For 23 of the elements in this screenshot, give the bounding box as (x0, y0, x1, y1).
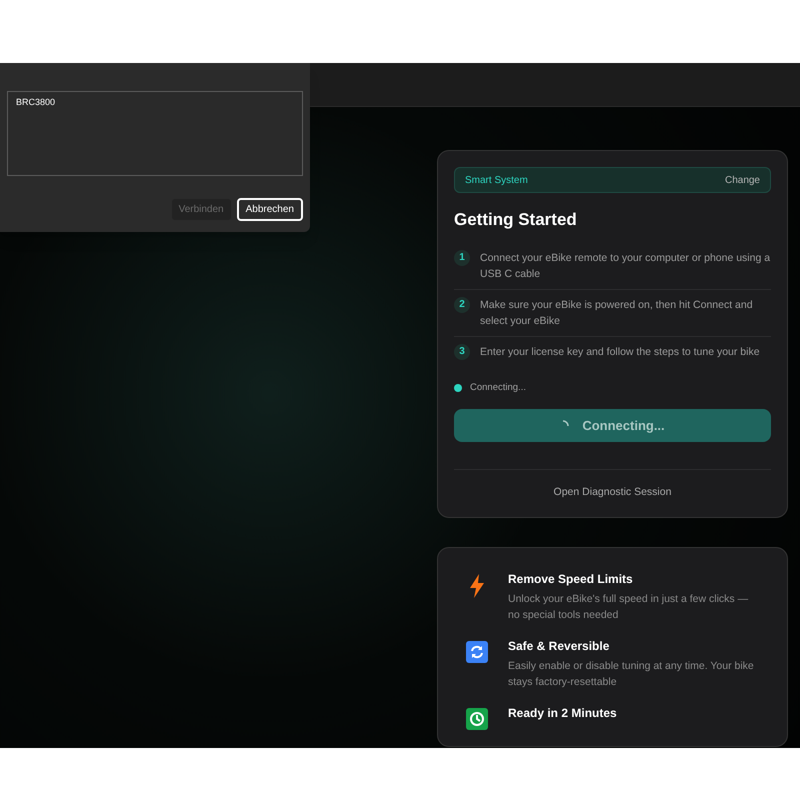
step-number: 2 (454, 296, 470, 312)
system-label: Smart System (465, 174, 528, 188)
status-text: Connecting... (470, 380, 526, 394)
lightning-bolt-icon (469, 574, 485, 598)
step-text: Make sure your eBike is powered on, then hit Connect and select your eBike (480, 298, 754, 328)
step-text: Enter your license key and follow the steps to tune your bike (480, 344, 760, 360)
change-button[interactable]: Change (724, 172, 760, 188)
step-number: 1 (454, 250, 470, 266)
step-text: Connect your eBike remote to your computer or phone using a USB C cable (480, 250, 771, 282)
step-number: 3 (454, 344, 470, 360)
device-item[interactable]: BRC3800 (16, 96, 294, 110)
feature-title: Remove Speed Limits (508, 570, 634, 588)
refresh-icon (466, 640, 488, 662)
connect-button[interactable]: Connecting... (454, 408, 771, 442)
feature-description: Easily enable or disable tuning at any time. Your bike stays factory-resettable (508, 658, 755, 690)
feature-title: Safe & Reversible (508, 638, 610, 654)
dialog-button[interactable]: Abbrechen (236, 198, 303, 221)
card-title: Getting Started (454, 209, 578, 231)
device-list[interactable]: BRC3800 (7, 91, 303, 176)
feature-description: Unlock your eBike's full speed in just a few clicks — no special tools needed (508, 592, 750, 622)
diagnostic-link[interactable]: Open Diagnostic Session (554, 484, 672, 500)
feature-title: Ready in 2 Minutes (508, 704, 617, 722)
clock-icon (466, 708, 488, 730)
